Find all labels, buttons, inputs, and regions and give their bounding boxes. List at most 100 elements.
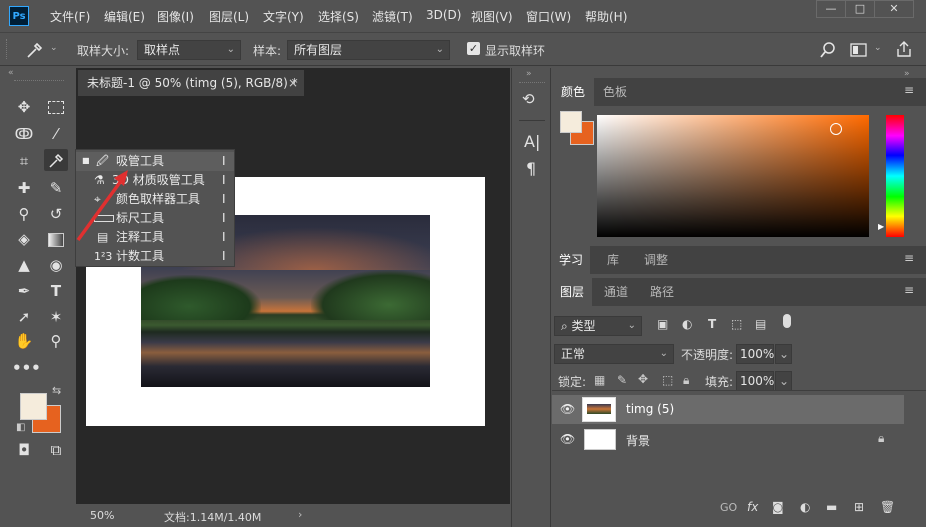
visibility-eye-icon[interactable]: 👁︎ (560, 402, 575, 416)
collapse-toolbar-icon[interactable]: « (8, 68, 14, 78)
filter-type-icon[interactable]: T (708, 317, 716, 331)
workspace-icon[interactable] (850, 42, 868, 58)
quick-mask-icon[interactable]: ◘ (12, 439, 36, 461)
hue-slider[interactable] (886, 115, 904, 237)
delete-layer-icon[interactable]: 🗑︎ (880, 500, 895, 514)
lock-position-icon[interactable]: ✥ (638, 372, 648, 386)
default-colors-icon[interactable]: ◧ (16, 422, 25, 433)
tab-paths[interactable]: 路径 (644, 278, 680, 306)
menu-edit[interactable]: 编辑(E) (104, 8, 145, 25)
menu-image[interactable]: 图像(I) (157, 8, 194, 25)
minimize-button[interactable]: — (816, 0, 846, 18)
menu-layer[interactable]: 图层(L) (209, 8, 249, 25)
swap-colors-icon[interactable]: ⇆ (52, 384, 61, 397)
eyedropper-tool-icon[interactable] (44, 149, 68, 171)
sample-select[interactable]: 所有图层 ⌄ (287, 40, 450, 60)
path-selection-tool-icon[interactable]: ➚ (12, 306, 36, 328)
marquee-tool-icon[interactable] (44, 96, 68, 118)
close-tab-icon[interactable]: × (288, 70, 298, 96)
filter-adjustment-icon[interactable]: ◐ (682, 317, 692, 331)
add-mask-icon[interactable]: ◙ (772, 500, 784, 514)
search-icon[interactable] (820, 41, 838, 59)
panel-foreground-swatch[interactable] (560, 111, 582, 133)
eyedropper-tool-preset-icon[interactable] (24, 40, 44, 60)
type-tool-icon[interactable]: T (44, 280, 68, 302)
blur-tool-icon[interactable]: ▲ (12, 254, 36, 276)
opacity-field[interactable]: 100% (736, 344, 774, 364)
blend-mode-select[interactable]: 正常 ⌄ (554, 344, 674, 364)
new-layer-icon[interactable]: ⊞ (854, 500, 864, 514)
history-panel-icon[interactable]: ⟲ (522, 90, 535, 108)
new-group-icon[interactable]: ▬ (826, 500, 837, 514)
document-tab[interactable]: 未标题-1 @ 50% (timg (5), RGB/8) * × (78, 70, 304, 96)
tab-layers[interactable]: 图层 (552, 278, 592, 306)
clone-stamp-tool-icon[interactable]: ⚲ (12, 203, 36, 225)
filter-toggle-icon[interactable] (783, 314, 791, 328)
filter-smart-object-icon[interactable]: ▤ (755, 317, 766, 331)
panel-menu-icon[interactable]: ≡ (904, 83, 914, 97)
tab-channels[interactable]: 通道 (598, 278, 634, 306)
layer-style-icon[interactable]: fx (747, 500, 758, 514)
character-panel-icon[interactable]: A| (524, 132, 540, 151)
tab-adjustments[interactable]: 调整 (640, 246, 672, 274)
healing-brush-tool-icon[interactable]: ✚ (12, 177, 36, 199)
tab-libraries[interactable]: 库 (600, 246, 626, 274)
workspace-chevron-icon[interactable]: ⌄ (874, 43, 882, 53)
maximize-button[interactable]: □ (845, 0, 875, 18)
menu-window[interactable]: 窗口(W) (526, 8, 571, 25)
share-icon[interactable] (895, 40, 913, 58)
menu-view[interactable]: 视图(V) (471, 8, 513, 25)
layer-row-background[interactable]: 👁︎ 背景 🔒︎ (552, 425, 904, 454)
lock-artboard-icon[interactable]: ⬚ (662, 373, 673, 387)
paragraph-panel-icon[interactable]: ¶ (526, 159, 536, 178)
menu-file[interactable]: 文件(F) (50, 8, 90, 25)
panel-menu-icon[interactable]: ≡ (904, 283, 914, 297)
hand-tool-icon[interactable]: ✋ (12, 330, 36, 352)
tab-learn[interactable]: 学习 (552, 246, 590, 274)
move-tool-icon[interactable]: ✥ (12, 96, 36, 118)
preset-chevron-icon[interactable]: ⌄ (50, 43, 58, 53)
foreground-color-swatch[interactable] (20, 393, 47, 420)
menu-select[interactable]: 选择(S) (318, 8, 359, 25)
crop-tool-icon[interactable]: ⌗ (12, 150, 36, 172)
menu-help[interactable]: 帮助(H) (585, 8, 627, 25)
layer-filter-select[interactable]: ⌕ 类型 ⌄ (554, 316, 642, 336)
sample-size-select[interactable]: 取样点 ⌄ (137, 40, 241, 60)
color-picker-ring[interactable] (830, 123, 842, 135)
zoom-tool-icon[interactable]: ⚲ (44, 330, 68, 352)
history-brush-tool-icon[interactable]: ↺ (44, 203, 68, 225)
show-ring-checkbox[interactable]: ✓ (467, 42, 480, 55)
lasso-tool-icon[interactable]: ↂ (12, 123, 36, 145)
tab-color[interactable]: 颜色 (552, 78, 594, 106)
fill-chevron-icon[interactable]: ⌄ (775, 371, 792, 391)
tab-swatches[interactable]: 色板 (594, 78, 636, 106)
magic-wand-tool-icon[interactable]: ⁄ (44, 123, 68, 145)
link-layers-icon[interactable]: GO (720, 501, 737, 514)
opacity-chevron-icon[interactable]: ⌄ (775, 344, 792, 364)
fill-field[interactable]: 100% (736, 371, 774, 391)
menu-3d[interactable]: 3D(D) (426, 8, 461, 22)
layer-row-timg[interactable]: 👁︎ timg (5) (552, 395, 904, 424)
dodge-tool-icon[interactable]: ◉ (44, 254, 68, 276)
status-menu-arrow-icon[interactable]: › (298, 508, 302, 521)
lock-all-icon[interactable]: 🔒︎ (683, 373, 689, 388)
zoom-level[interactable]: 50% (90, 509, 114, 522)
filter-pixel-icon[interactable]: ▣ (657, 317, 668, 331)
lock-transparent-icon[interactable]: ▦ (594, 373, 605, 387)
lock-image-icon[interactable]: ✎ (617, 373, 627, 387)
new-adjustment-layer-icon[interactable]: ◐ (800, 500, 810, 514)
pen-tool-icon[interactable]: ✒ (12, 280, 36, 302)
gradient-tool-icon[interactable] (44, 228, 68, 250)
collapse-left-icon[interactable]: » (526, 69, 532, 79)
visibility-eye-icon[interactable]: 👁︎ (560, 432, 575, 446)
screen-mode-icon[interactable]: ⧉ (44, 439, 68, 461)
menu-type[interactable]: 文字(Y) (263, 8, 304, 25)
filter-shape-icon[interactable]: ⬚ (731, 317, 742, 331)
close-button[interactable]: ✕ (874, 0, 914, 18)
brush-tool-icon[interactable]: ✎ (44, 177, 68, 199)
more-tools-icon[interactable]: ••• (12, 357, 41, 379)
hue-slider-handle-icon[interactable]: ▶ (878, 222, 884, 231)
eraser-tool-icon[interactable]: ◈ (12, 228, 36, 250)
custom-shape-tool-icon[interactable]: ✶ (44, 306, 68, 328)
panel-menu-icon[interactable]: ≡ (904, 251, 914, 265)
